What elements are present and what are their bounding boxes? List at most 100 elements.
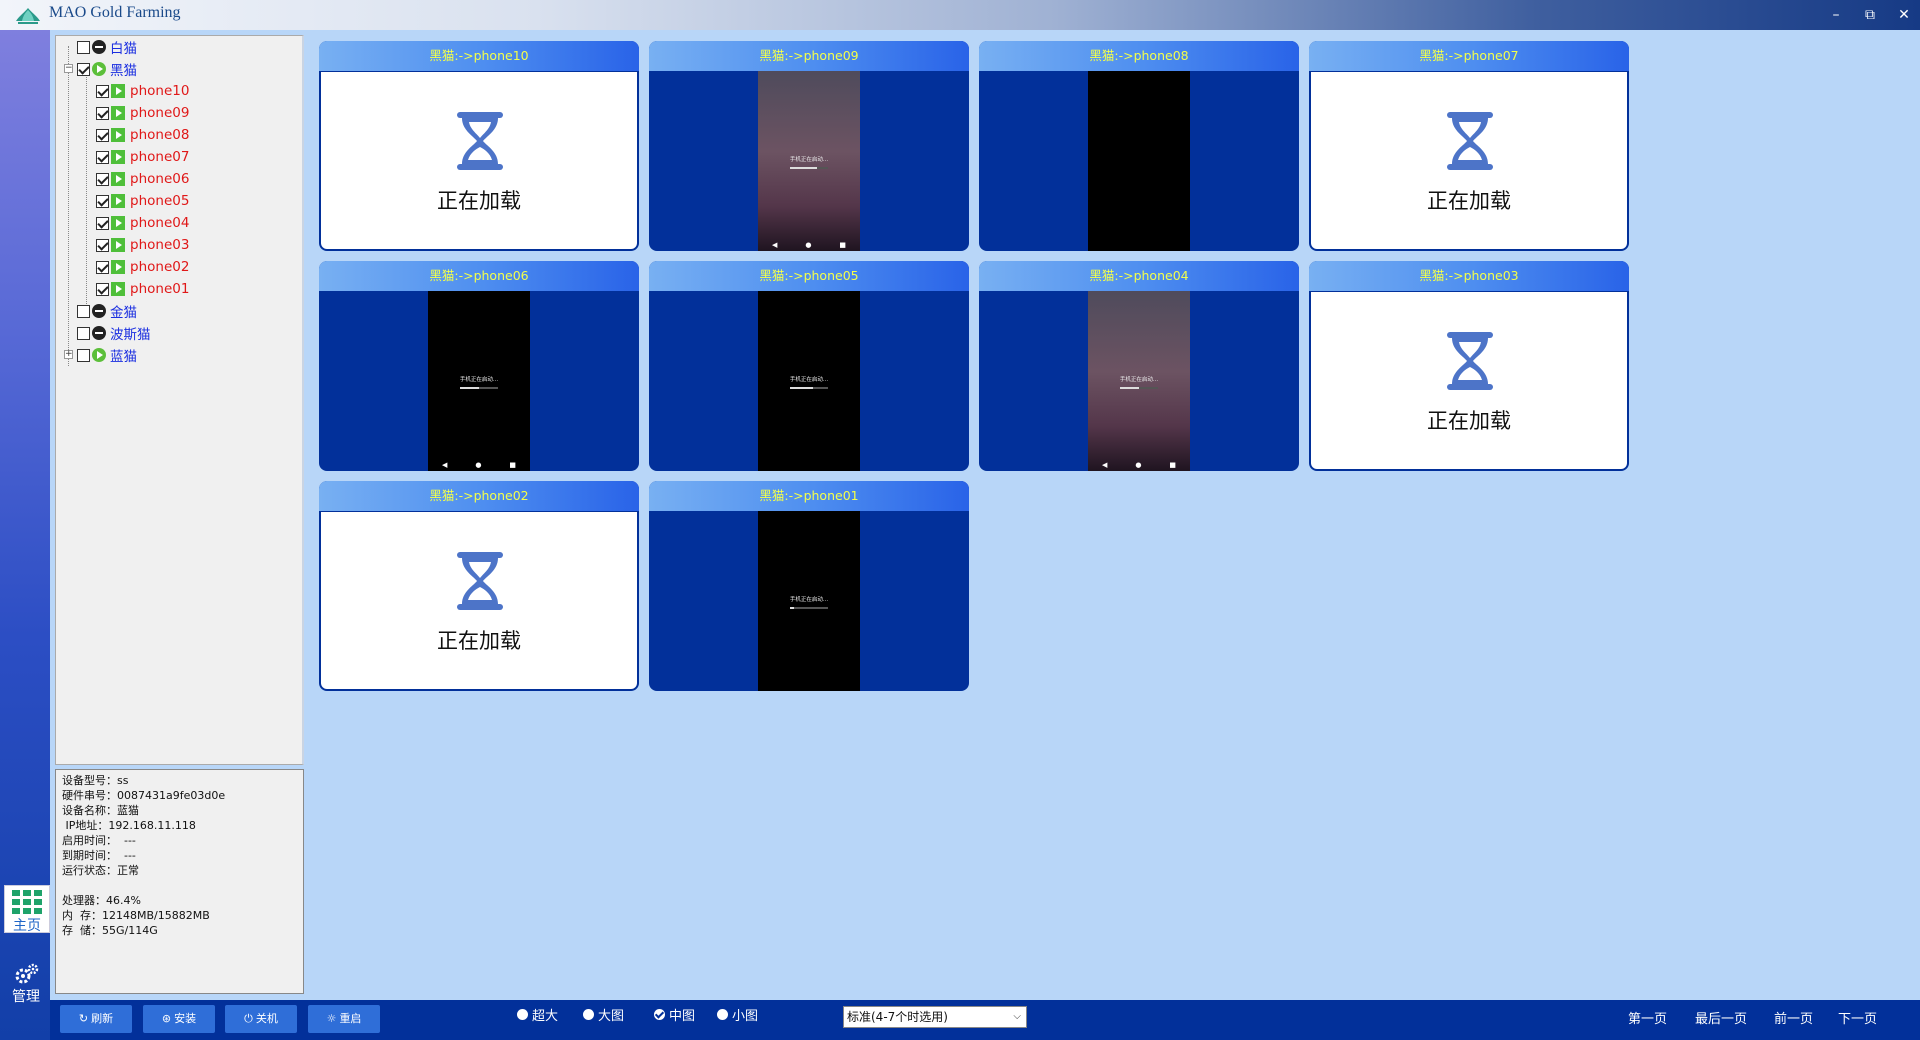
recents-key-icon: ■ bbox=[509, 461, 516, 469]
loading-panel: 正在加载 bbox=[1311, 72, 1627, 249]
device-checkbox[interactable] bbox=[96, 216, 109, 230]
boot-progress-fill bbox=[790, 607, 794, 609]
tree-group-lanmao[interactable]: 蓝猫 bbox=[77, 345, 137, 365]
size-option-xlarge[interactable]: 超大 bbox=[517, 1005, 559, 1024]
refresh-button[interactable]: ↻ 刷新 bbox=[60, 1005, 132, 1033]
tree-device-phone02[interactable]: phone02 bbox=[96, 257, 189, 277]
next-page-link[interactable]: 下一页 bbox=[1838, 1008, 1877, 1027]
device-card[interactable]: 黑猫:->phone09 手机正在启动... ◀ ● ■ bbox=[649, 41, 969, 251]
boot-status-text: 手机正在启动... bbox=[789, 597, 829, 603]
device-checkbox[interactable] bbox=[96, 260, 109, 274]
radio-indicator[interactable] bbox=[583, 1008, 594, 1020]
device-checkbox[interactable] bbox=[96, 128, 109, 142]
group-checkbox[interactable] bbox=[77, 348, 90, 362]
phone-screen[interactable]: 手机正在启动... bbox=[758, 291, 860, 471]
boot-progress-bar bbox=[1120, 387, 1158, 389]
hourglass-icon bbox=[1447, 112, 1493, 170]
device-card[interactable]: 黑猫:->phone02 正在加载 bbox=[319, 481, 639, 691]
device-card[interactable]: 黑猫:->phone04 手机正在启动... ◀ ● ■ bbox=[979, 261, 1299, 471]
size-option-small[interactable]: 小图 bbox=[717, 1005, 758, 1024]
device-card[interactable]: 黑猫:->phone10 正在加载 bbox=[319, 41, 639, 251]
tree-device-phone07[interactable]: phone07 bbox=[96, 147, 189, 167]
boot-progress-bar bbox=[790, 387, 828, 389]
radio-indicator[interactable] bbox=[654, 1008, 665, 1020]
boot-progress-bar bbox=[790, 607, 828, 609]
tree-device-phone04[interactable]: phone04 bbox=[96, 213, 189, 233]
tree-device-phone08[interactable]: phone08 bbox=[96, 125, 189, 145]
group-checkbox[interactable] bbox=[77, 40, 90, 54]
boot-progress-fill bbox=[460, 387, 479, 389]
phone-screen[interactable]: 手机正在启动... bbox=[758, 511, 860, 691]
minimize-button[interactable]: – bbox=[1824, 4, 1848, 26]
device-card[interactable]: 黑猫:->phone05 手机正在启动... bbox=[649, 261, 969, 471]
nav-manage-label: 管理 bbox=[12, 989, 40, 1005]
nav-home-button[interactable]: 主页 bbox=[4, 885, 50, 934]
size-option-label: 大图 bbox=[598, 1008, 625, 1024]
size-option-label: 超大 bbox=[532, 1008, 559, 1024]
install-button[interactable]: ⊛ 安装 bbox=[143, 1005, 215, 1033]
home-key-icon: ● bbox=[475, 461, 482, 469]
info-cpu: 处理器：46.4% bbox=[62, 894, 141, 907]
back-key-icon: ◀ bbox=[441, 461, 448, 469]
group-checkbox[interactable] bbox=[77, 326, 90, 340]
refresh-label: 刷新 bbox=[91, 1012, 114, 1025]
tree-group-baimao[interactable]: 白猫 bbox=[77, 37, 137, 57]
play-status-icon bbox=[111, 150, 125, 164]
size-option-label: 中图 bbox=[669, 1008, 696, 1024]
tree-device-phone09[interactable]: phone09 bbox=[96, 103, 189, 123]
shutdown-button[interactable]: ⏻ 关机 bbox=[225, 1005, 297, 1033]
device-checkbox[interactable] bbox=[96, 194, 109, 208]
tree-device-phone06[interactable]: phone06 bbox=[96, 169, 189, 189]
tree-device-phone03[interactable]: phone03 bbox=[96, 235, 189, 255]
radio-indicator[interactable] bbox=[517, 1008, 528, 1020]
boot-progress-bar bbox=[460, 387, 498, 389]
group-checkbox[interactable] bbox=[77, 62, 90, 76]
chevron-down-icon: ⌵ bbox=[1013, 1011, 1021, 1022]
phone-screen[interactable]: 手机正在启动... ◀ ● ■ bbox=[758, 71, 860, 251]
device-checkbox[interactable] bbox=[96, 150, 109, 164]
tree-device-phone10[interactable]: phone10 bbox=[96, 81, 189, 101]
radio-indicator[interactable] bbox=[717, 1008, 728, 1020]
phone-screen[interactable] bbox=[1088, 71, 1190, 251]
size-option-large[interactable]: 大图 bbox=[583, 1005, 625, 1024]
stopped-status-icon bbox=[92, 326, 106, 340]
device-card[interactable]: 黑猫:->phone03 正在加载 bbox=[1309, 261, 1629, 471]
group-checkbox[interactable] bbox=[77, 304, 90, 318]
restart-button[interactable]: ☼ 重启 bbox=[308, 1005, 380, 1033]
device-card[interactable]: 黑猫:->phone06 手机正在启动... ◀ ● ■ bbox=[319, 261, 639, 471]
tree-group-jinmao[interactable]: 金猫 bbox=[77, 301, 137, 321]
expand-toggle[interactable]: + bbox=[64, 350, 73, 359]
tree-group-heimao[interactable]: 黑猫 bbox=[77, 59, 137, 79]
prev-page-link[interactable]: 前一页 bbox=[1774, 1008, 1813, 1027]
nav-manage-button[interactable]: 管理 bbox=[4, 960, 50, 1008]
size-option-medium[interactable]: 中图 bbox=[654, 1005, 696, 1024]
tree-device-phone01[interactable]: phone01 bbox=[96, 279, 189, 299]
device-card[interactable]: 黑猫:->phone08 bbox=[979, 41, 1299, 251]
nav-home-label: 主页 bbox=[13, 918, 41, 934]
device-card[interactable]: 黑猫:->phone01 手机正在启动... bbox=[649, 481, 969, 691]
last-page-link[interactable]: 最后一页 bbox=[1695, 1008, 1747, 1027]
tree-guide-line bbox=[68, 46, 69, 366]
device-checkbox[interactable] bbox=[96, 238, 109, 252]
device-checkbox[interactable] bbox=[96, 84, 109, 98]
back-key-icon: ◀ bbox=[771, 241, 778, 249]
loading-panel: 正在加载 bbox=[321, 72, 637, 249]
collapse-toggle[interactable]: − bbox=[64, 64, 73, 73]
tree-device-phone05[interactable]: phone05 bbox=[96, 191, 189, 211]
device-checkbox[interactable] bbox=[96, 106, 109, 120]
restore-button[interactable]: ⧉ bbox=[1858, 4, 1882, 26]
tree-group-bosimao[interactable]: 波斯猫 bbox=[77, 323, 151, 343]
device-label: phone02 bbox=[130, 259, 190, 275]
device-checkbox[interactable] bbox=[96, 172, 109, 186]
device-card-title: 黑猫:->phone07 bbox=[1309, 41, 1629, 71]
layout-select[interactable]: 标准(4-7个时选用) ⌵ bbox=[843, 1006, 1027, 1028]
device-checkbox[interactable] bbox=[96, 282, 109, 296]
group-label: 白猫 bbox=[110, 41, 137, 57]
phone-screen[interactable]: 手机正在启动... ◀ ● ■ bbox=[428, 291, 530, 471]
tree-guide-line bbox=[86, 74, 87, 306]
close-button[interactable]: ✕ bbox=[1892, 4, 1916, 26]
first-page-link[interactable]: 第一页 bbox=[1628, 1008, 1667, 1027]
phone-screen[interactable]: 手机正在启动... ◀ ● ■ bbox=[1088, 291, 1190, 471]
device-card[interactable]: 黑猫:->phone07 正在加载 bbox=[1309, 41, 1629, 251]
boot-status-text: 手机正在启动... bbox=[789, 157, 829, 163]
